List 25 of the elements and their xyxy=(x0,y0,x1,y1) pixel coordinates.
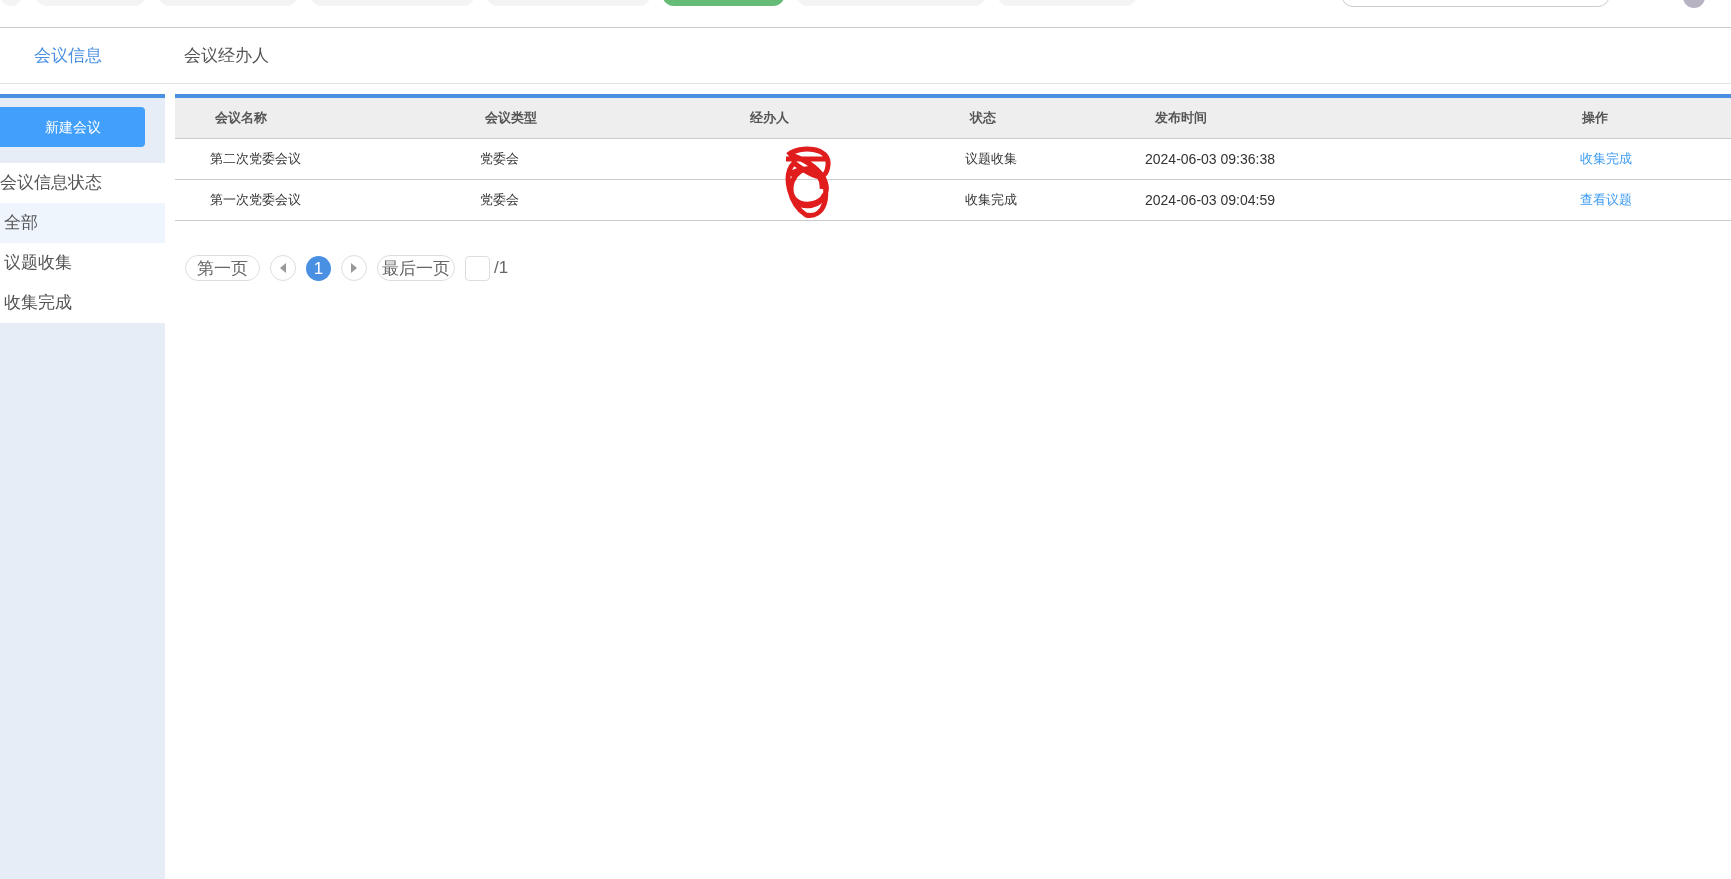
column-header: 发布时间 xyxy=(1155,110,1207,126)
column-header: 状态 xyxy=(970,110,996,126)
table-cell: 党委会 xyxy=(480,151,519,167)
table-cell: 2024-06-03 09:04:59 xyxy=(1145,191,1275,208)
sidebar-heading: 会议信息状态 xyxy=(0,172,103,194)
column-header: 操作 xyxy=(1582,110,1608,126)
left-triangle-icon xyxy=(280,263,286,273)
table-cell: 收集完成 xyxy=(965,192,1017,208)
column-header: 会议名称 xyxy=(215,110,267,126)
column-header: 会议类型 xyxy=(485,110,537,126)
action-link[interactable]: 收集完成 xyxy=(1580,151,1632,167)
page-button[interactable]: 1 xyxy=(306,255,331,281)
page-total: /1 xyxy=(494,257,509,280)
table-cell: 第二次党委会议 xyxy=(210,151,301,167)
sidebar-item[interactable]: 全部 xyxy=(0,203,165,243)
table-cell: 2024-06-03 09:36:38 xyxy=(1145,150,1275,167)
table-cell: 议题收集 xyxy=(965,151,1017,167)
tab[interactable]: 会议经办人 xyxy=(136,28,316,83)
tab[interactable]: 会议信息 xyxy=(0,28,136,83)
table-cell: 党委会 xyxy=(480,192,519,208)
action-link[interactable]: 查看议题 xyxy=(1580,192,1632,208)
right-triangle-icon xyxy=(351,263,357,273)
column-header: 经办人 xyxy=(750,110,789,126)
page-input[interactable] xyxy=(465,255,490,281)
table-cell: 第一次党委会议 xyxy=(210,192,301,208)
